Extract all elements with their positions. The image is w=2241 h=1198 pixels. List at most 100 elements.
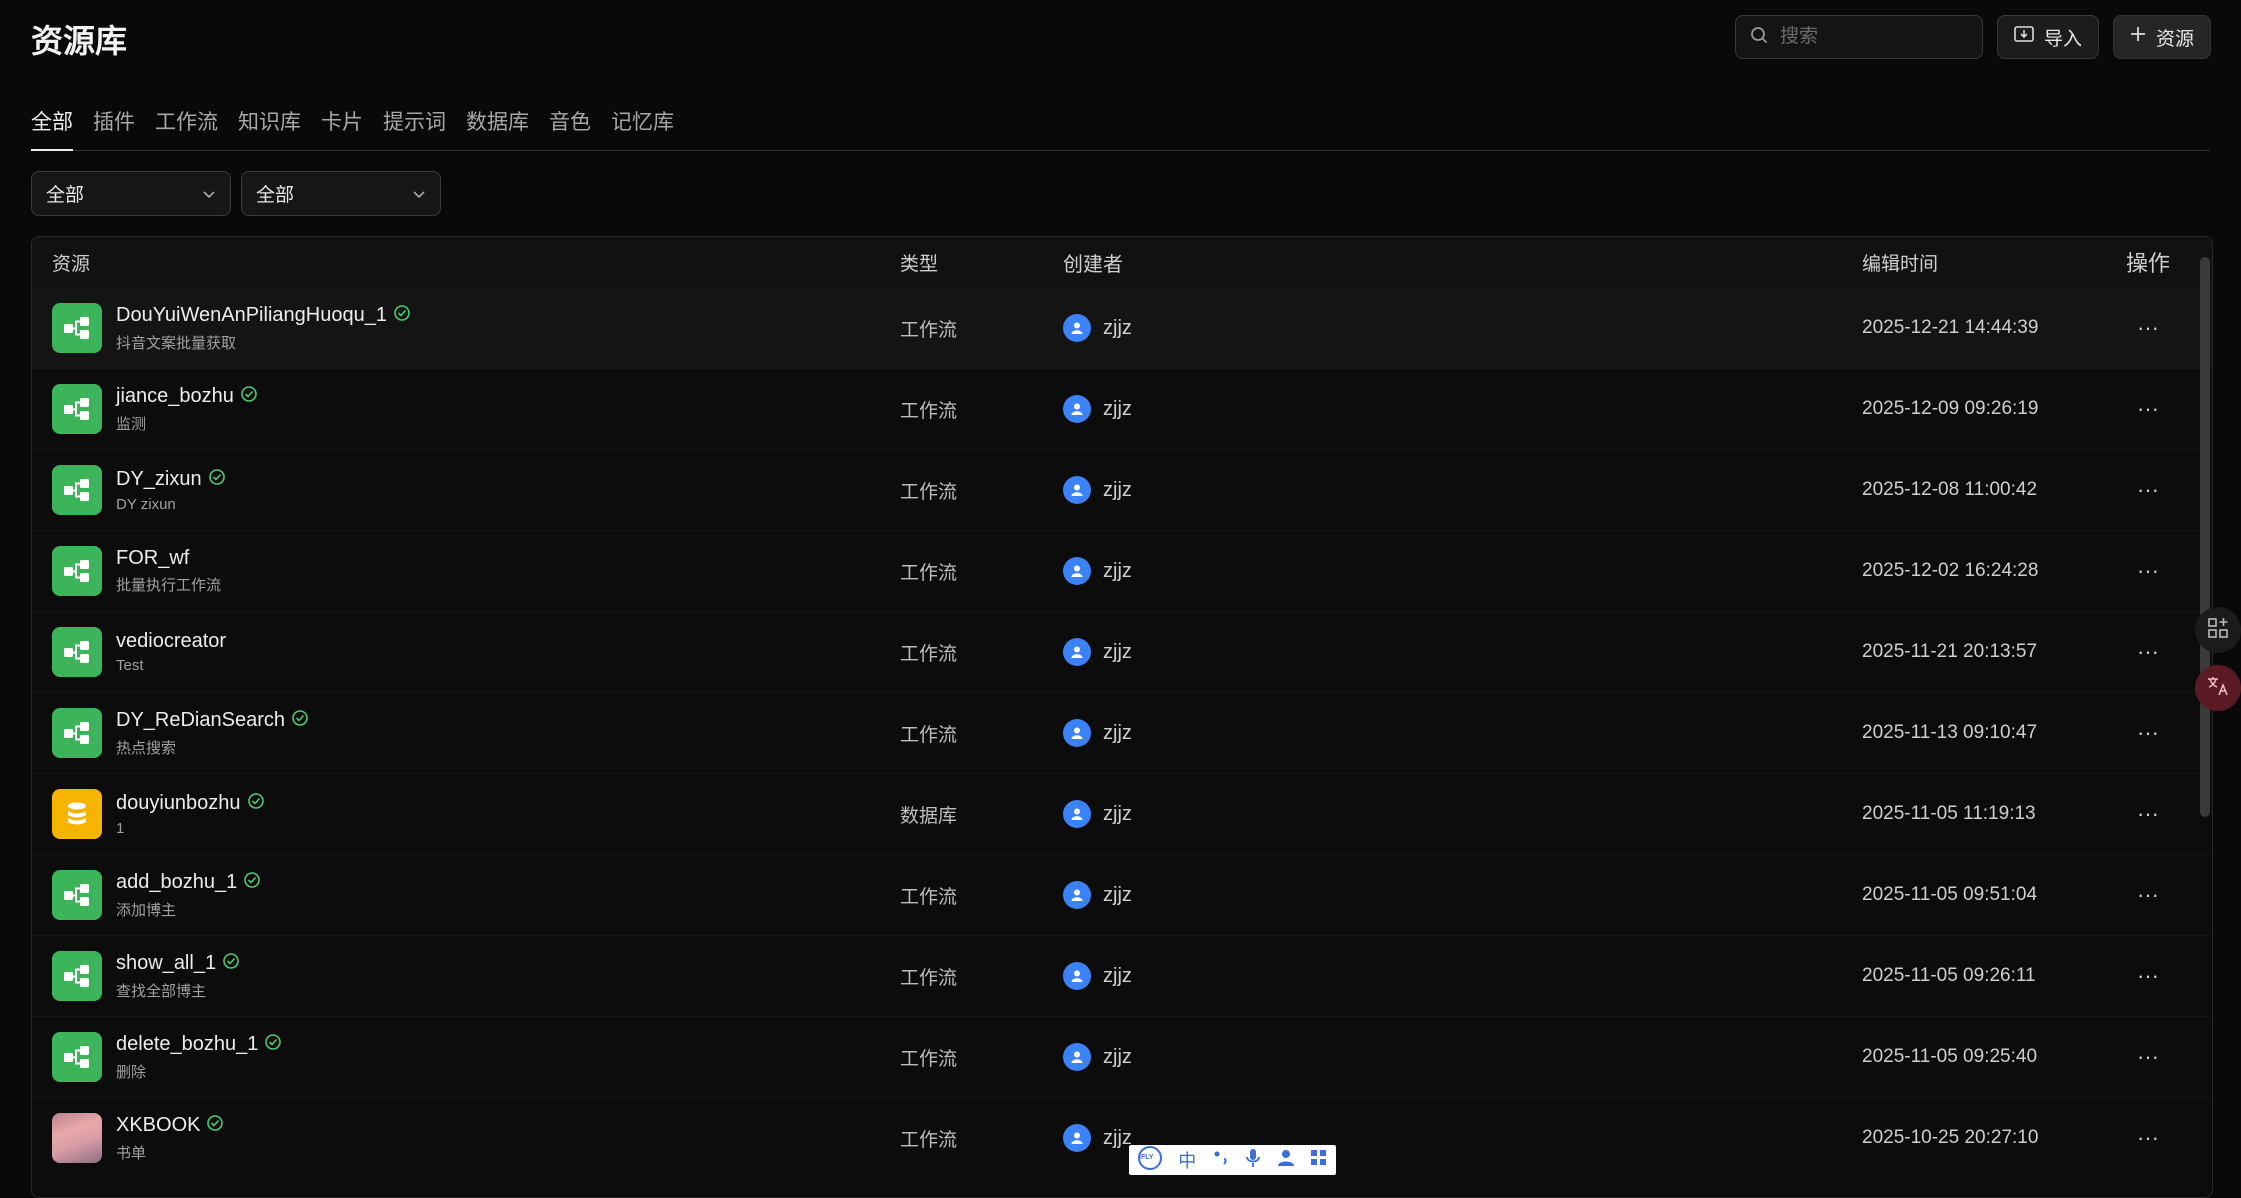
workflow-icon: [52, 1032, 102, 1082]
grid-apps-icon[interactable]: [1310, 1149, 1328, 1172]
punctuation-icon[interactable]: [1212, 1149, 1230, 1172]
more-actions-button[interactable]: ···: [2118, 477, 2178, 503]
tab-cards[interactable]: 卡片: [321, 100, 363, 150]
resource-text: add_bozhu_1 添加博主: [116, 871, 261, 920]
resource-name[interactable]: DouYuiWenAnPiliangHuoqu_1: [116, 304, 387, 327]
resource-description: 监测: [116, 415, 147, 433]
tab-knowledge[interactable]: 知识库: [238, 100, 301, 150]
tab-databases[interactable]: 数据库: [466, 100, 529, 150]
resource-cell: DY_zixun DY zixun: [32, 465, 900, 515]
add-resource-button[interactable]: 资源: [2112, 15, 2211, 59]
creator-cell: zjjz: [1063, 638, 1862, 666]
published-check-icon: [240, 385, 258, 409]
filters: 全部 全部: [31, 171, 441, 216]
tab-workflows[interactable]: 工作流: [155, 100, 218, 150]
tab-plugins[interactable]: 插件: [93, 100, 135, 150]
more-actions-button[interactable]: ···: [2118, 558, 2178, 584]
table-row[interactable]: XKBOOK 书单 工作流 zjjz 2025-10-25 20:27:10 ···: [32, 1097, 2212, 1178]
user-icon[interactable]: [1277, 1149, 1295, 1172]
more-actions-button[interactable]: ···: [2118, 963, 2178, 989]
resource-description: 书单: [116, 1144, 147, 1162]
resource-description: DY zixun: [116, 495, 176, 513]
resource-name[interactable]: XKBOOK: [116, 1114, 200, 1137]
more-actions-button[interactable]: ···: [2118, 1125, 2178, 1151]
creator-name: zjjz: [1103, 397, 1132, 420]
creator-filter-select[interactable]: 全部: [241, 171, 441, 216]
image-thumbnail: [52, 1113, 102, 1163]
import-button[interactable]: 导入: [1996, 15, 2099, 59]
resource-type: 工作流: [900, 1048, 958, 1070]
creator-name: zjjz: [1103, 802, 1132, 825]
tab-memory[interactable]: 记忆库: [611, 100, 674, 150]
more-actions-button[interactable]: ···: [2118, 1044, 2178, 1070]
resource-name[interactable]: douyiunbozhu: [116, 792, 241, 815]
published-check-icon: [291, 709, 309, 733]
resource-type: 工作流: [900, 481, 958, 503]
table-row[interactable]: DouYuiWenAnPiliangHuoqu_1 抖音文案批量获取 工作流 zjjz…: [32, 287, 2212, 368]
resource-description: 删除: [116, 1063, 147, 1081]
resource-type: 工作流: [900, 1129, 958, 1151]
creator-cell: zjjz: [1063, 719, 1862, 747]
resource-name[interactable]: FOR_wf: [116, 547, 189, 570]
resource-name[interactable]: DY_ReDianSearch: [116, 709, 285, 732]
published-check-icon: [208, 468, 226, 492]
edit-time: 2025-11-05 09:51:04: [1862, 884, 2038, 905]
table-row[interactable]: jiance_bozhu 监测 工作流 zjjz 2025-12-09 09:26:19…: [32, 368, 2212, 449]
published-check-icon: [243, 871, 261, 895]
resource-description: 批量执行工作流: [116, 577, 222, 594]
resource-name[interactable]: jiance_bozhu: [116, 385, 234, 408]
tab-all[interactable]: 全部: [31, 100, 73, 151]
translate-float-button[interactable]: [2195, 665, 2241, 711]
tab-prompts[interactable]: 提示词: [383, 100, 446, 150]
scrollbar[interactable]: [2200, 257, 2210, 817]
table-row[interactable]: FOR_wf 批量执行工作流 工作流 zjjz 2025-12-02 16:24:28 ·…: [32, 530, 2212, 611]
table-row[interactable]: DY_ReDianSearch 热点搜索 工作流 zjjz 2025-11-13 09:…: [32, 692, 2212, 773]
avatar: [1063, 1043, 1091, 1071]
creator-cell: zjjz: [1063, 395, 1862, 423]
more-actions-button[interactable]: ···: [2118, 801, 2178, 827]
tab-voices[interactable]: 音色: [549, 100, 591, 150]
resource-description: 抖音文案批量获取: [116, 334, 237, 352]
workflow-icon: [52, 870, 102, 920]
table-row[interactable]: show_all_1 查找全部博主 工作流 zjjz 2025-11-05 09:26:…: [32, 935, 2212, 1016]
chevron-down-icon: [202, 183, 216, 205]
add-resource-button-label: 资源: [2155, 28, 2194, 50]
search-box[interactable]: [1734, 15, 1983, 59]
resource-text: DouYuiWenAnPiliangHuoqu_1 抖音文案批量获取: [116, 304, 411, 353]
resource-name[interactable]: delete_bozhu_1: [116, 1033, 258, 1056]
apps-float-button[interactable]: [2195, 607, 2241, 653]
resource-name-line: add_bozhu_1: [116, 871, 261, 895]
more-actions-button[interactable]: ···: [2118, 315, 2178, 341]
table-row[interactable]: douyiunbozhu 1 数据库 zjjz 2025-11-05 11:19:13 ·…: [32, 773, 2212, 854]
workflow-icon: [52, 465, 102, 515]
more-actions-button[interactable]: ···: [2118, 396, 2178, 422]
resource-cell: add_bozhu_1 添加博主: [32, 870, 900, 920]
search-input[interactable]: [1777, 25, 1968, 49]
workflow-icon: [52, 546, 102, 596]
resource-name[interactable]: DY_zixun: [116, 468, 202, 491]
avatar: [1063, 962, 1091, 990]
resource-cell: vediocreator Test: [32, 627, 900, 677]
resource-table: 资源 类型 创建者 编辑时间 操作 DouYuiWenAnPiliangHuoq…: [31, 236, 2213, 1198]
resource-type: 工作流: [900, 643, 958, 665]
more-actions-button[interactable]: ···: [2118, 720, 2178, 746]
type-filter-select[interactable]: 全部: [31, 171, 231, 216]
table-row[interactable]: vediocreator Test 工作流 zjjz 2025-11-21 20:13:…: [32, 611, 2212, 692]
table-row[interactable]: DY_zixun DY zixun 工作流 zjjz 2025-12-08 11:00:…: [32, 449, 2212, 530]
table-row[interactable]: add_bozhu_1 添加博主 工作流 zjjz 2025-11-05 09:51:0…: [32, 854, 2212, 935]
table-row[interactable]: delete_bozhu_1 删除 工作流 zjjz 2025-11-05 09:25:…: [32, 1016, 2212, 1097]
edit-time: 2025-12-02 16:24:28: [1862, 560, 2039, 581]
edit-time: 2025-11-05 09:25:40: [1862, 1046, 2038, 1067]
microphone-icon[interactable]: [1245, 1148, 1261, 1173]
ime-language-toggle[interactable]: 中: [1178, 1147, 1196, 1173]
resource-name[interactable]: show_all_1: [116, 952, 216, 975]
resource-text: jiance_bozhu 监测: [116, 385, 258, 434]
workflow-icon: [52, 627, 102, 677]
resource-name[interactable]: vediocreator: [116, 630, 226, 653]
more-actions-button[interactable]: ···: [2118, 882, 2178, 908]
ifly-logo[interactable]: iFLY: [1137, 1145, 1163, 1176]
resource-name[interactable]: add_bozhu_1: [116, 871, 237, 894]
resource-text: DY_zixun DY zixun: [116, 468, 226, 513]
resource-description: 1: [116, 819, 125, 837]
more-actions-button[interactable]: ···: [2118, 639, 2178, 665]
